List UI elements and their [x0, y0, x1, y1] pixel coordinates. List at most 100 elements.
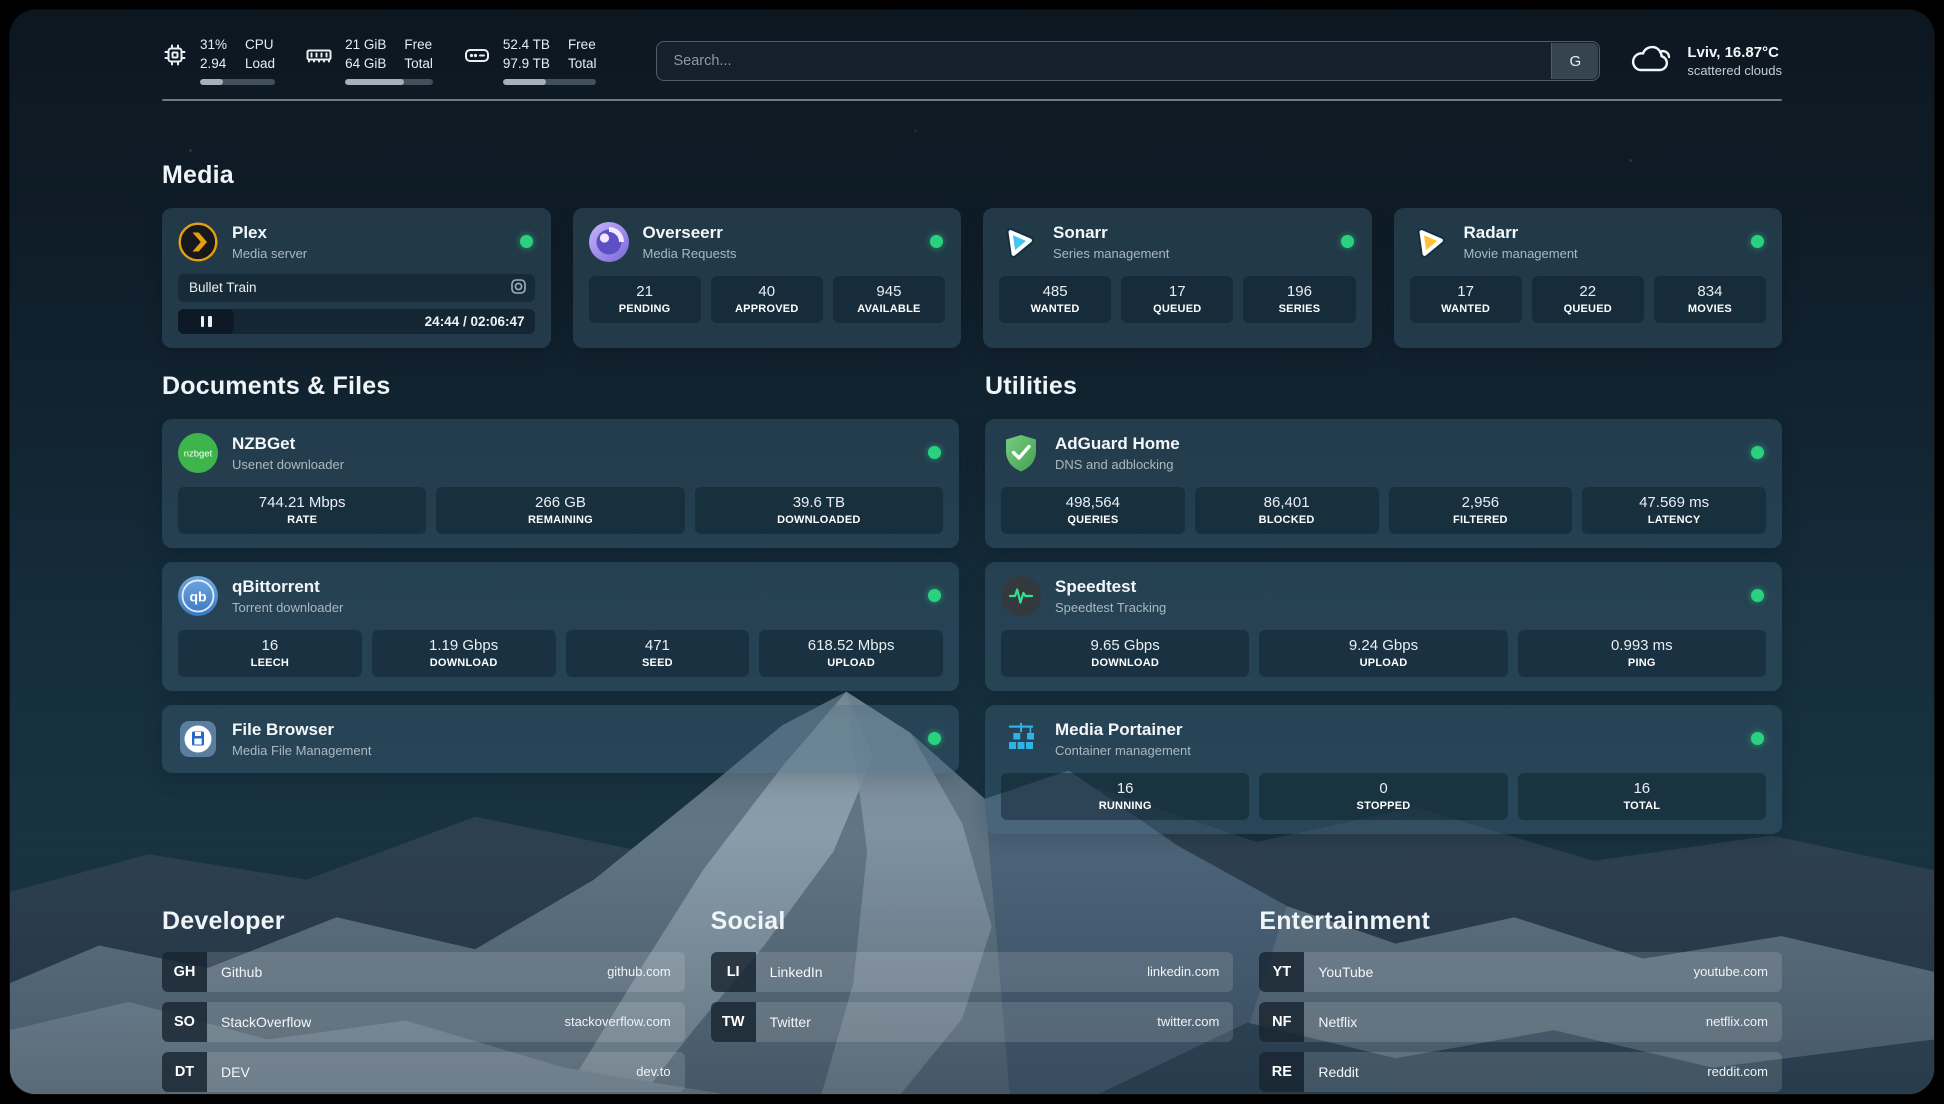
- stackoverflow-initials-tile: SO: [162, 1002, 207, 1042]
- header-divider: [162, 99, 1782, 101]
- link-row-youtube[interactable]: YT YouTube youtube.com: [1259, 952, 1782, 992]
- youtube-initials-tile: YT: [1259, 952, 1304, 992]
- search-engine-button[interactable]: G: [1551, 43, 1598, 79]
- app-card-portainer[interactable]: Media Portainer Container management 16 …: [985, 705, 1782, 834]
- status-dot: [1751, 446, 1764, 459]
- section-title-entertainment: Entertainment: [1259, 907, 1782, 936]
- app-name: Sonarr: [1053, 223, 1169, 243]
- stat-download: 9.65 Gbps DOWNLOAD: [1001, 630, 1249, 677]
- stat-wanted: 485 WANTED: [999, 276, 1111, 323]
- overseerr-icon: [589, 222, 629, 262]
- app-card-adguard[interactable]: AdGuard Home DNS and adblocking 498,564 …: [985, 419, 1782, 548]
- app-description: Media server: [232, 246, 307, 261]
- search-input[interactable]: [656, 41, 1600, 81]
- cpu-load-value: 2.94: [200, 55, 227, 74]
- disk-total-value: 97.9 TB: [503, 55, 550, 74]
- stat-filtered: 2,956 FILTERED: [1389, 487, 1573, 534]
- disk-stat-widget: 52.4 TB 97.9 TB Free Total: [463, 36, 597, 85]
- link-row-stackoverflow[interactable]: SO StackOverflow stackoverflow.com: [162, 1002, 685, 1042]
- app-card-sonarr[interactable]: Sonarr Series management 485 WANTED 17 Q…: [983, 208, 1372, 348]
- section-title-utilities: Utilities: [985, 372, 1782, 401]
- link-row-reddit[interactable]: RE Reddit reddit.com: [1259, 1052, 1782, 1092]
- disk-free-label: Free: [568, 36, 597, 55]
- section-title-developer: Developer: [162, 907, 685, 936]
- app-card-filebrowser[interactable]: File Browser Media File Management: [162, 705, 959, 773]
- stat-movies: 834 MOVIES: [1654, 276, 1766, 323]
- status-dot: [1751, 732, 1764, 745]
- session-settings-icon[interactable]: [510, 278, 527, 298]
- playback-progress-bar: 24:44 / 02:06:47: [178, 309, 535, 334]
- memory-icon: [305, 42, 333, 73]
- app-card-radarr[interactable]: Radarr Movie management 17 WANTED 22 QUE…: [1394, 208, 1783, 348]
- app-description: Torrent downloader: [232, 600, 343, 615]
- stat-upload: 9.24 Gbps UPLOAD: [1259, 630, 1507, 677]
- dev-initials-tile: DT: [162, 1052, 207, 1092]
- netflix-initials-tile: NF: [1259, 1002, 1304, 1042]
- app-name: Overseerr: [643, 223, 737, 243]
- adguard-icon: [1001, 433, 1041, 473]
- radarr-icon: [1410, 222, 1450, 262]
- stat-leech: 16 LEECH: [178, 630, 362, 677]
- app-card-plex[interactable]: Plex Media server Bullet Train 24:44: [162, 208, 551, 348]
- cpu-usage-value: 31%: [200, 36, 227, 55]
- memory-total-label: Total: [404, 55, 433, 74]
- link-row-linkedin[interactable]: LI LinkedIn linkedin.com: [711, 952, 1234, 992]
- search-bar: G: [656, 41, 1600, 81]
- memory-progress-bar: [345, 79, 433, 85]
- media-card-grid: Plex Media server Bullet Train 24:44: [162, 208, 1782, 348]
- app-card-qbittorrent[interactable]: qb qBittorrent Torrent downloader 16 LEE…: [162, 562, 959, 691]
- app-name: NZBGet: [232, 434, 344, 454]
- status-dot: [1751, 589, 1764, 602]
- cpu-label: CPU: [245, 36, 275, 55]
- stat-queries: 498,564 QUERIES: [1001, 487, 1185, 534]
- app-description: Media Requests: [643, 246, 737, 261]
- portainer-icon: [1001, 719, 1041, 759]
- app-card-overseerr[interactable]: Overseerr Media Requests 21 PENDING 40 A…: [573, 208, 962, 348]
- filebrowser-icon: [178, 719, 218, 759]
- link-row-github[interactable]: GH Github github.com: [162, 952, 685, 992]
- disk-total-label: Total: [568, 55, 597, 74]
- status-dot: [928, 589, 941, 602]
- status-dot: [520, 235, 533, 248]
- app-name: Plex: [232, 223, 307, 243]
- cpu-progress-bar: [200, 79, 275, 85]
- memory-stat-widget: 21 GiB 64 GiB Free Total: [305, 36, 433, 85]
- playback-time: 24:44 / 02:06:47: [425, 314, 535, 329]
- now-playing-row: Bullet Train: [178, 274, 535, 302]
- app-name: Media Portainer: [1055, 720, 1191, 740]
- stat-total: 16 TOTAL: [1518, 773, 1766, 820]
- stat-download: 1.19 Gbps DOWNLOAD: [372, 630, 556, 677]
- pause-button[interactable]: [178, 309, 234, 334]
- weather-widget[interactable]: Lviv, 16.87°C scattered clouds: [1630, 42, 1782, 81]
- linkedin-initials-tile: LI: [711, 952, 756, 992]
- disk-progress-bar: [503, 79, 597, 85]
- social-links-column: Social LI LinkedIn linkedin.com TW Twitt…: [711, 886, 1234, 1094]
- twitter-initials-tile: TW: [711, 1002, 756, 1042]
- app-description: Media File Management: [232, 743, 371, 758]
- memory-free-label: Free: [404, 36, 433, 55]
- reddit-initials-tile: RE: [1259, 1052, 1304, 1092]
- now-playing-title: Bullet Train: [189, 280, 257, 295]
- link-row-netflix[interactable]: NF Netflix netflix.com: [1259, 1002, 1782, 1042]
- app-card-speedtest[interactable]: Speedtest Speedtest Tracking 9.65 Gbps D…: [985, 562, 1782, 691]
- app-description: DNS and adblocking: [1055, 457, 1180, 472]
- nzbget-icon: nzbget: [178, 433, 218, 473]
- stat-latency: 47.569 ms LATENCY: [1582, 487, 1766, 534]
- utilities-column: Utilities AdGuard Home: [985, 372, 1782, 834]
- dashboard-window: 31% 2.94 CPU Load: [10, 10, 1934, 1094]
- stat-queued: 22 QUEUED: [1532, 276, 1644, 323]
- app-card-nzbget[interactable]: nzbget NZBGet Usenet downloader 744.21 M…: [162, 419, 959, 548]
- app-description: Series management: [1053, 246, 1169, 261]
- app-description: Container management: [1055, 743, 1191, 758]
- documents-column: Documents & Files nzbget NZBGet Usenet d…: [162, 372, 959, 834]
- status-dot: [1341, 235, 1354, 248]
- section-title-social: Social: [711, 907, 1234, 936]
- stat-running: 16 RUNNING: [1001, 773, 1249, 820]
- cloud-icon: [1630, 42, 1674, 81]
- link-row-twitter[interactable]: TW Twitter twitter.com: [711, 1002, 1234, 1042]
- app-description: Speedtest Tracking: [1055, 600, 1166, 615]
- disk-free-value: 52.4 TB: [503, 36, 550, 55]
- svg-text:qb: qb: [189, 588, 206, 604]
- stat-available: 945 AVAILABLE: [833, 276, 945, 323]
- link-row-dev[interactable]: DT DEV dev.to: [162, 1052, 685, 1092]
